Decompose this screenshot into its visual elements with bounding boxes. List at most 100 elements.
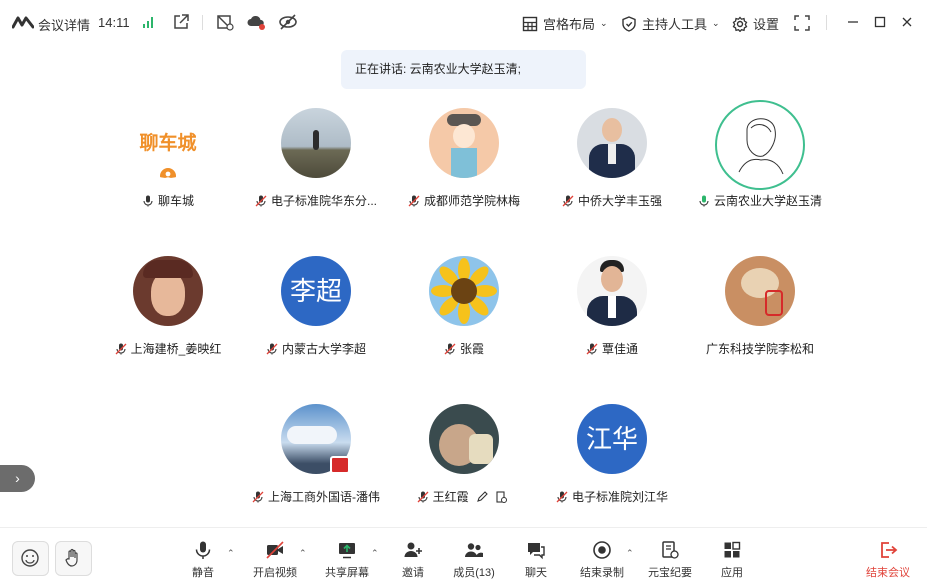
maximize-icon[interactable]	[873, 15, 887, 29]
avatar	[429, 256, 499, 326]
meeting-details-label[interactable]: 会议详情	[38, 15, 90, 34]
stop-record-icon	[593, 541, 611, 559]
start-video-button[interactable]: 开启视频	[247, 540, 303, 580]
participant-name: 覃佳通	[527, 340, 697, 357]
participant-tile[interactable]: 覃佳通	[537, 256, 687, 366]
sunflower-image	[431, 258, 497, 324]
share-options-caret[interactable]: ⌃	[371, 548, 379, 559]
participant-name: 聊车城	[83, 192, 253, 209]
participant-tile[interactable]: 广东科技学院李松和	[685, 256, 835, 366]
participant-tile-active-speaker[interactable]: 云南农业大学赵玉清	[685, 100, 835, 218]
participant-name: 电子标准院刘江华	[527, 488, 697, 505]
video-options-caret[interactable]: ⌃	[299, 548, 307, 559]
share-screen-button[interactable]: 共享屏幕	[319, 540, 375, 580]
avatar-hand	[469, 434, 493, 464]
add-user-icon	[404, 542, 422, 557]
participant-name: 张霞	[379, 340, 549, 357]
avatar	[577, 108, 647, 178]
mic-muted-icon	[408, 195, 420, 207]
members-icon	[465, 543, 483, 557]
microphone-icon	[143, 195, 153, 207]
avatar-shirt	[608, 144, 616, 164]
participant-name: 广东科技学院李松和	[705, 342, 814, 356]
user-icon	[160, 168, 176, 178]
participant-tile[interactable]: 上海建桥_姜映红	[93, 256, 243, 366]
host-tools-button[interactable]: 主持人工具 ⌄	[621, 14, 720, 33]
participant-tile[interactable]: 李超 内蒙古大学李超	[241, 256, 391, 366]
mic-muted-icon	[556, 491, 568, 503]
participant-name: 内蒙古大学李超	[231, 340, 401, 357]
cloud-record-icon[interactable]	[247, 13, 265, 31]
chevron-down-icon: ⌄	[712, 18, 720, 28]
avatar: 李超	[281, 256, 351, 326]
avatar-face	[453, 124, 475, 148]
yuanbao-summary-button[interactable]: 元宝纪要	[642, 540, 698, 580]
virtual-background-icon[interactable]	[216, 13, 234, 31]
mute-button[interactable]: 静音	[175, 540, 231, 580]
participant-name: 云南农业大学赵玉清	[675, 192, 845, 209]
layout-button[interactable]: 宫格布局 ⌄	[522, 14, 608, 33]
apps-grid-icon	[724, 541, 741, 558]
summary-icon	[662, 541, 679, 559]
close-icon[interactable]	[900, 15, 914, 29]
participant-name: 王红霞	[379, 488, 549, 505]
mic-muted-icon	[562, 195, 574, 207]
avatar-sketch	[738, 118, 784, 175]
record-options-caret[interactable]: ⌃	[626, 548, 634, 559]
participant-tile[interactable]: 王红霞	[389, 404, 539, 514]
end-recording-button[interactable]: 结束录制	[574, 540, 630, 580]
avatar	[281, 108, 351, 178]
chevron-right-icon: ›	[15, 470, 20, 486]
participant-tile[interactable]: 聊车城 聊车城	[93, 108, 243, 218]
flag-badge-icon	[330, 456, 350, 474]
invite-button[interactable]: 邀请	[385, 540, 441, 580]
video-off-icon	[266, 541, 284, 559]
participant-name: 成都师范学院林梅	[379, 192, 549, 209]
participant-name: 中侨大学丰玉强	[527, 192, 697, 209]
participant-name: 上海工商外国语-潘伟	[231, 488, 401, 505]
participant-name: 电子标准院华东分...	[231, 192, 401, 209]
participant-tile[interactable]: 江华 电子标准院刘江华	[537, 404, 687, 514]
avatar: 聊车城	[133, 108, 203, 178]
mic-muted-icon	[444, 343, 456, 355]
mic-muted-icon	[115, 343, 127, 355]
meeting-time: 14:11	[98, 15, 130, 30]
participant-tile[interactable]: 成都师范学院林梅	[389, 108, 539, 218]
avatar	[133, 256, 203, 326]
avatar-head	[601, 266, 623, 292]
expand-panel-button[interactable]: ›	[0, 465, 35, 492]
apps-button[interactable]: 应用	[704, 540, 760, 580]
settings-button[interactable]: 设置	[732, 14, 779, 33]
participant-tile[interactable]: 张霞	[389, 256, 539, 366]
host-tools-label: 主持人工具	[642, 17, 708, 32]
participant-tile[interactable]: 电子标准院华东分...	[241, 108, 391, 218]
avatar	[577, 256, 647, 326]
bottom-toolbar: 静音 ⌃ 开启视频 ⌃ 共享屏幕 ⌃ 邀请 成员(13) 聊天 结束录制 ⌃ 元…	[0, 527, 927, 583]
fullscreen-icon[interactable]	[794, 15, 810, 31]
divider	[826, 15, 827, 30]
chat-button[interactable]: 聊天	[508, 540, 564, 580]
participant-tile[interactable]: 中侨大学丰玉强	[537, 108, 687, 218]
minimize-icon[interactable]	[846, 15, 860, 29]
mic-muted-icon	[255, 195, 267, 207]
microphone-icon	[195, 541, 211, 559]
share-screen-icon	[339, 543, 355, 559]
reaction-button[interactable]	[12, 541, 49, 576]
end-meeting-button[interactable]: 结束会议	[860, 540, 916, 580]
signal-icon[interactable]	[142, 15, 156, 29]
members-button[interactable]: 成员(13)	[446, 540, 502, 580]
hide-video-icon[interactable]	[279, 13, 297, 31]
smiley-icon	[21, 549, 39, 567]
avatar: 江华	[577, 404, 647, 474]
pencil-icon	[477, 491, 488, 502]
participant-tile[interactable]: 上海工商外国语-潘伟	[241, 404, 391, 514]
raise-hand-button[interactable]	[55, 541, 92, 576]
divider	[202, 15, 203, 30]
mic-muted-icon	[586, 343, 598, 355]
mic-muted-icon	[252, 491, 264, 503]
mute-options-caret[interactable]: ⌃	[227, 548, 235, 559]
gear-icon	[732, 16, 748, 32]
settings-label: 设置	[753, 17, 780, 32]
popout-icon[interactable]	[172, 13, 190, 31]
mic-muted-icon	[266, 343, 278, 355]
